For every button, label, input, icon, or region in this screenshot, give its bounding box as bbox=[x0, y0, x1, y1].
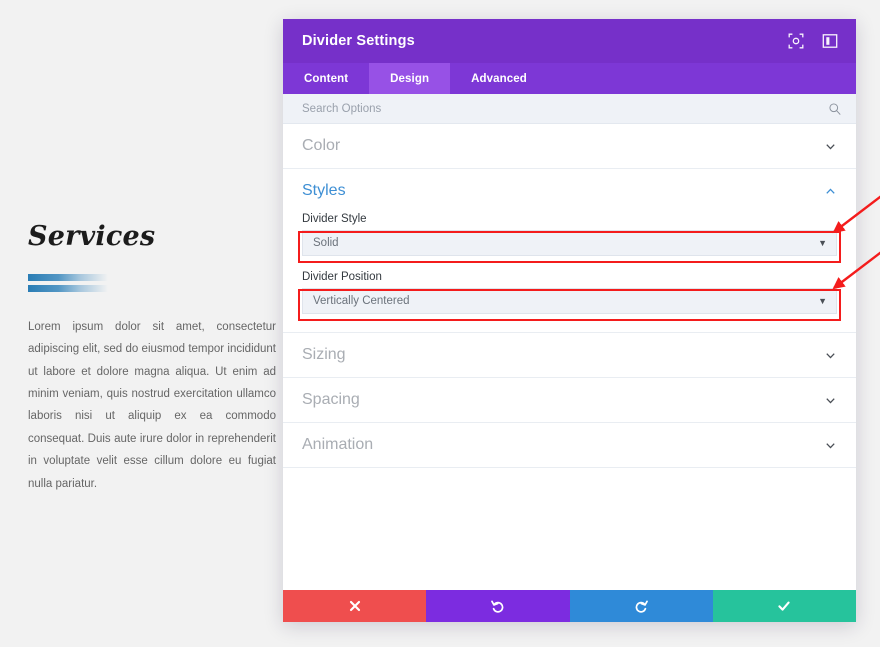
close-button[interactable] bbox=[283, 590, 427, 622]
divider-settings-modal: Divider Settings Content Design Advanced bbox=[283, 19, 856, 622]
section-styles-title: Styles bbox=[302, 182, 346, 199]
focus-target-icon[interactable] bbox=[788, 33, 804, 49]
section-animation: Animation bbox=[283, 423, 856, 468]
section-animation-title: Animation bbox=[302, 436, 374, 453]
section-styles-header[interactable]: Styles bbox=[302, 169, 837, 213]
settings-panel-body: Color Styles Divider Style Solid ▼ Divid… bbox=[283, 124, 856, 590]
section-sizing: Sizing bbox=[283, 333, 856, 378]
chevron-down-icon: ▼ bbox=[818, 295, 827, 306]
panel-layout-icon[interactable] bbox=[822, 33, 838, 49]
search-options-bar bbox=[283, 94, 856, 124]
field-divider-style: Divider Style Solid ▼ bbox=[298, 213, 841, 263]
section-color-title: Color bbox=[302, 137, 341, 154]
field-divider-style-label: Divider Style bbox=[302, 213, 367, 225]
modal-title: Divider Settings bbox=[302, 33, 415, 49]
divider-position-select[interactable]: Vertically Centered ▼ bbox=[302, 288, 837, 314]
chevron-down-icon[interactable] bbox=[824, 349, 837, 362]
section-spacing-header[interactable]: Spacing bbox=[302, 378, 837, 422]
cross-icon bbox=[349, 600, 360, 612]
section-styles: Styles Divider Style Solid ▼ Divider Pos… bbox=[283, 169, 856, 333]
chevron-down-icon[interactable] bbox=[824, 394, 837, 407]
chevron-down-icon[interactable] bbox=[824, 439, 837, 452]
page-body-text: Lorem ipsum dolor sit amet, consectetur … bbox=[28, 320, 276, 490]
page-title: Services bbox=[28, 221, 156, 252]
section-color: Color bbox=[283, 124, 856, 169]
tab-design[interactable]: Design bbox=[369, 63, 451, 94]
undo-icon bbox=[491, 600, 504, 613]
field-divider-position: Divider Position Vertically Centered ▼ bbox=[298, 271, 841, 321]
modal-tabbar: Content Design Advanced bbox=[283, 63, 856, 94]
section-color-header[interactable]: Color bbox=[302, 124, 837, 168]
tab-advanced[interactable]: Advanced bbox=[450, 63, 548, 94]
redo-icon bbox=[635, 600, 648, 613]
page-preview-content: Services Lorem ipsum dolor sit amet, con… bbox=[28, 222, 276, 495]
divider-position-value: Vertically Centered bbox=[313, 295, 410, 307]
search-icon[interactable] bbox=[828, 102, 842, 116]
redo-button[interactable] bbox=[569, 590, 713, 622]
chevron-down-icon[interactable] bbox=[824, 140, 837, 153]
section-spacing-title: Spacing bbox=[302, 391, 360, 408]
chevron-down-icon: ▼ bbox=[818, 237, 827, 248]
chevron-up-icon[interactable] bbox=[824, 185, 837, 198]
divider-style-value: Solid bbox=[313, 237, 339, 249]
section-spacing: Spacing bbox=[283, 378, 856, 423]
screen: Services Lorem ipsum dolor sit amet, con… bbox=[0, 0, 880, 647]
search-input[interactable] bbox=[302, 102, 828, 115]
section-sizing-header[interactable]: Sizing bbox=[302, 333, 837, 377]
section-styles-content: Divider Style Solid ▼ Divider Position V… bbox=[298, 213, 841, 332]
check-icon bbox=[778, 601, 791, 611]
save-button[interactable] bbox=[712, 590, 856, 622]
undo-button[interactable] bbox=[426, 590, 570, 622]
divider-style-select[interactable]: Solid ▼ bbox=[302, 230, 837, 256]
field-divider-position-label: Divider Position bbox=[302, 271, 382, 283]
section-sizing-title: Sizing bbox=[302, 346, 346, 363]
divider-module[interactable] bbox=[28, 273, 108, 292]
section-animation-header[interactable]: Animation bbox=[302, 423, 837, 467]
modal-header: Divider Settings bbox=[283, 19, 856, 63]
divider-bar-top bbox=[28, 273, 108, 281]
modal-header-actions bbox=[788, 33, 838, 49]
divider-bar-bottom bbox=[28, 284, 108, 292]
modal-footer bbox=[283, 590, 856, 622]
tab-content[interactable]: Content bbox=[283, 63, 369, 94]
